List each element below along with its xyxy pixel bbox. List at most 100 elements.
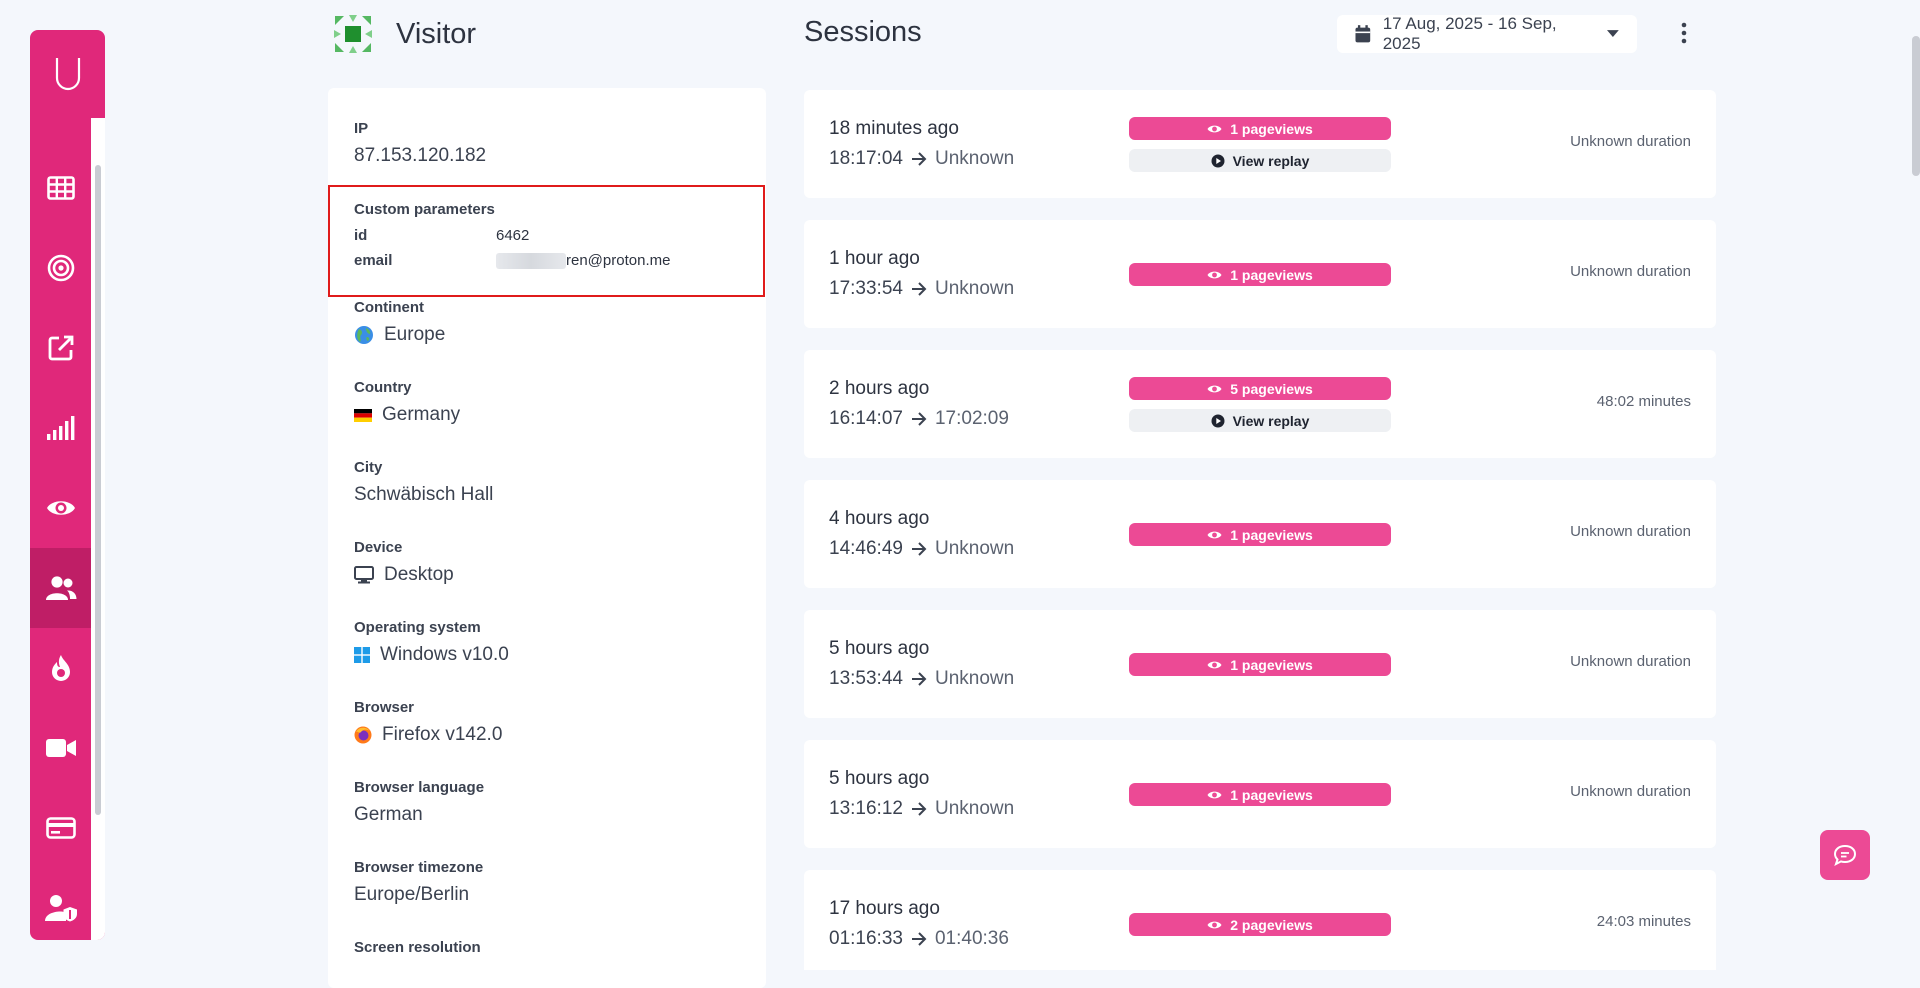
field-ip: IP 87.153.120.182 — [354, 120, 486, 167]
pageviews-pill[interactable]: 1 pageviews — [1129, 653, 1391, 676]
session-end: Unknown — [934, 538, 1015, 559]
pageviews-pill[interactable]: 5 pageviews — [1129, 377, 1391, 400]
session-start: 01:16:33 — [829, 928, 903, 949]
caret-down-icon — [1607, 30, 1619, 37]
field-label: Operating system — [354, 619, 481, 636]
sidebar-item-team[interactable] — [30, 868, 91, 940]
chat-support-button[interactable] — [1820, 830, 1870, 880]
pageviews-label: 1 pageviews — [1230, 120, 1313, 137]
session-end: Unknown — [934, 798, 1015, 819]
sessions-title: Sessions — [804, 16, 922, 48]
pageviews-label: 1 pageviews — [1230, 526, 1313, 543]
field-value: Firefox v142.0 — [354, 724, 502, 746]
field-value: Europe/Berlin — [354, 884, 483, 906]
eye-icon — [1207, 271, 1222, 278]
session-ago: 4 hours ago — [829, 508, 930, 529]
session-card[interactable]: 18 minutes ago 18:17:04 Unknown 1 pagevi… — [804, 90, 1716, 198]
more-options-button[interactable] — [1680, 22, 1688, 49]
custom-param-key: id — [354, 227, 368, 244]
session-times: 16:14:07 17:02:09 — [829, 408, 1009, 430]
custom-param-row: id 6462 — [354, 227, 529, 244]
session-card[interactable]: 17 hours ago 01:16:33 01:40:36 2 pagevie… — [804, 870, 1716, 970]
sidebar-item-statistics[interactable] — [30, 388, 91, 468]
external-link-icon — [48, 335, 73, 361]
session-card[interactable]: 5 hours ago 13:53:44 Unknown 1 pageviews… — [804, 610, 1716, 718]
field-browser: Browser Firefox v142.0 — [354, 699, 502, 746]
pageviews-label: 1 pageviews — [1230, 266, 1313, 283]
field-continent: Continent Europe — [354, 299, 445, 346]
eye-icon — [1207, 125, 1222, 132]
sidebar — [30, 30, 105, 940]
arrow-right-icon — [911, 152, 927, 166]
video-camera-icon — [45, 739, 76, 757]
view-replay-label: View replay — [1232, 412, 1310, 429]
custom-param-key: email — [354, 252, 393, 269]
pageviews-pill[interactable]: 1 pageviews — [1129, 783, 1391, 806]
field-os: Operating system Windows v10.0 — [354, 619, 509, 666]
sidebar-item-dashboard[interactable] — [30, 148, 91, 228]
city-value: Schwäbisch Hall — [354, 484, 494, 505]
custom-param-value: ren@proton.me — [566, 252, 671, 269]
field-value: Europe — [354, 324, 445, 346]
view-replay-button[interactable]: View replay — [1129, 409, 1391, 432]
session-start: 16:14:07 — [829, 408, 903, 429]
credit-card-icon — [45, 817, 76, 839]
session-end: Unknown — [934, 278, 1015, 299]
ip-value: 87.153.120.182 — [354, 145, 487, 166]
session-start: 13:53:44 — [829, 668, 903, 689]
session-card[interactable]: 4 hours ago 14:46:49 Unknown 1 pageviews… — [804, 480, 1716, 588]
dashboard-grid-icon — [46, 176, 75, 200]
session-ago: 5 hours ago — [829, 638, 930, 659]
field-value: Germany — [354, 404, 460, 426]
session-duration: Unknown duration — [1570, 653, 1691, 670]
pageviews-pill[interactable]: 1 pageviews — [1129, 117, 1391, 140]
field-label: Device — [354, 539, 403, 556]
page-scrollbar-thumb[interactable] — [1912, 36, 1920, 176]
eye-icon — [1207, 385, 1222, 392]
session-card[interactable]: 1 hour ago 17:33:54 Unknown 1 pageviews … — [804, 220, 1716, 328]
os-value: Windows v10.0 — [380, 644, 509, 665]
eye-icon — [1207, 921, 1222, 928]
browser-value: Firefox v142.0 — [382, 724, 503, 745]
redacted-blur — [496, 253, 566, 270]
session-times: 13:53:44 Unknown — [829, 668, 1014, 690]
sidebar-item-goals[interactable] — [30, 228, 91, 308]
pageviews-pill[interactable]: 1 pageviews — [1129, 523, 1391, 546]
session-times: 17:33:54 Unknown — [829, 278, 1014, 300]
view-replay-button[interactable]: View replay — [1129, 149, 1391, 172]
logo-icon[interactable] — [30, 30, 105, 118]
field-label: City — [354, 459, 383, 476]
germany-flag-icon — [354, 408, 372, 422]
sidebar-item-pageviews[interactable] — [30, 468, 91, 548]
pageviews-label: 1 pageviews — [1230, 786, 1313, 803]
session-ago: 2 hours ago — [829, 378, 930, 399]
pageviews-label: 2 pageviews — [1230, 916, 1313, 933]
sidebar-item-visitors[interactable] — [30, 548, 91, 628]
sidebar-item-heatmaps[interactable] — [30, 628, 91, 708]
custom-parameters-label: Custom parameters — [354, 201, 495, 218]
sidebar-item-billing[interactable] — [30, 788, 91, 868]
field-language: Browser language German — [354, 779, 484, 826]
arrow-right-icon — [911, 542, 927, 556]
session-card[interactable]: 2 hours ago 16:14:07 17:02:09 5 pageview… — [804, 350, 1716, 458]
session-ago: 18 minutes ago — [829, 118, 959, 139]
field-label: Country — [354, 379, 412, 396]
field-device: Device Desktop — [354, 539, 454, 586]
session-duration: Unknown duration — [1570, 523, 1691, 540]
sidebar-item-replays[interactable] — [30, 708, 91, 788]
pageviews-pill[interactable]: 1 pageviews — [1129, 263, 1391, 286]
sidebar-item-referrers[interactable] — [30, 308, 91, 388]
arrow-right-icon — [911, 672, 927, 686]
user-shield-icon — [44, 895, 77, 922]
date-range-label: 17 Aug, 2025 - 16 Sep, 2025 — [1382, 14, 1557, 53]
date-range-picker[interactable]: 17 Aug, 2025 - 16 Sep, 2025 — [1337, 14, 1637, 53]
session-card[interactable]: 5 hours ago 13:16:12 Unknown 1 pageviews… — [804, 740, 1716, 848]
eye-icon — [1207, 791, 1222, 798]
session-end: 17:02:09 — [934, 408, 1009, 429]
field-city: City Schwäbisch Hall — [354, 459, 493, 506]
sidebar-scrollbar-thumb[interactable] — [95, 165, 101, 815]
session-duration: Unknown duration — [1570, 783, 1691, 800]
field-value: Schwäbisch Hall — [354, 484, 493, 506]
pageviews-pill[interactable]: 2 pageviews — [1129, 913, 1391, 936]
vertical-dots-icon — [1681, 22, 1687, 44]
